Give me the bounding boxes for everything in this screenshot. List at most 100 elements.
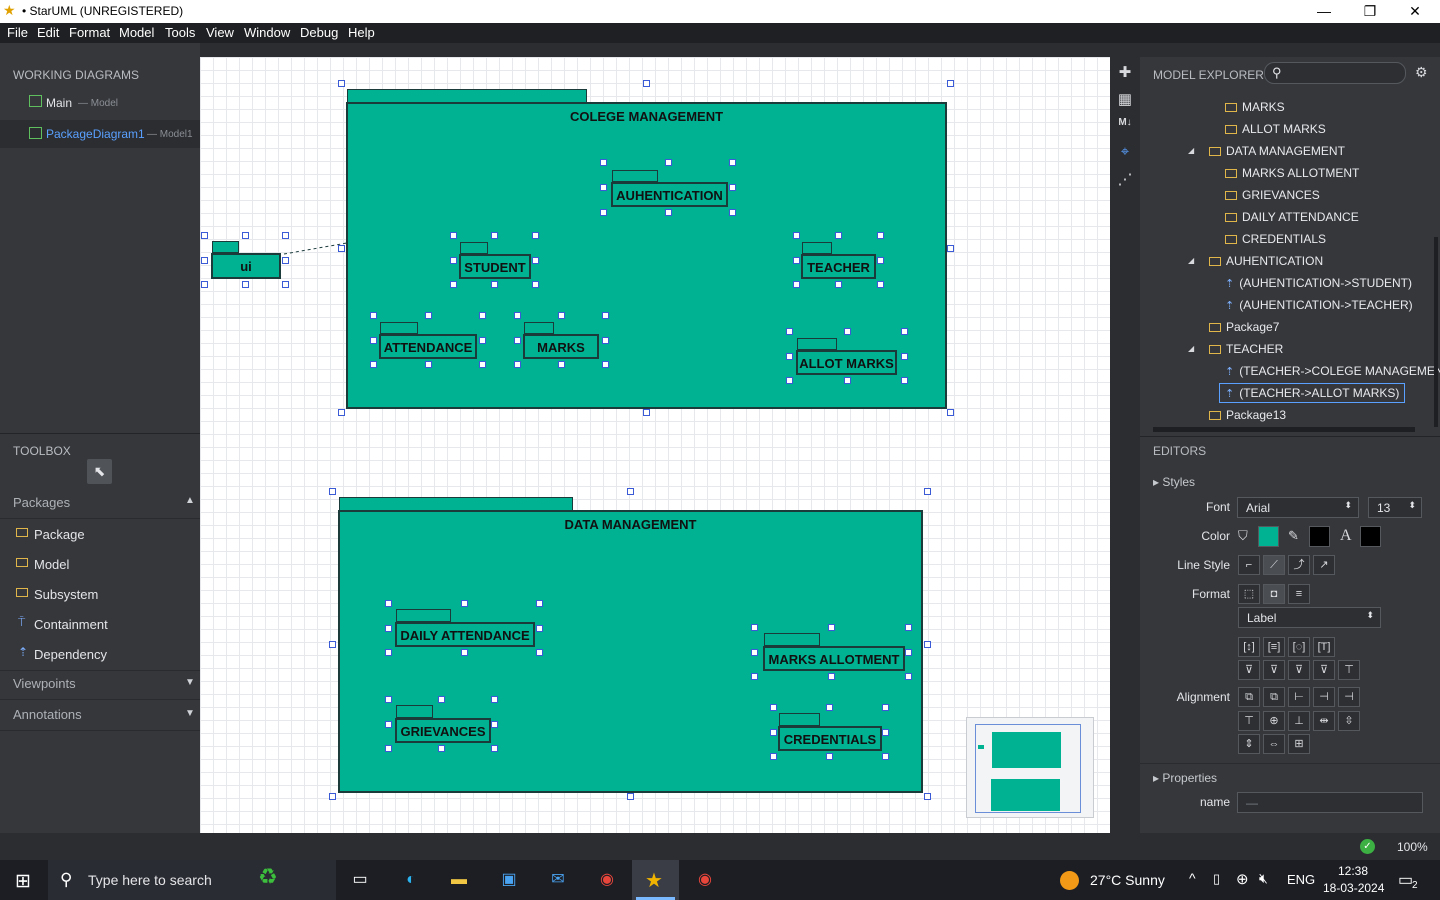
package-daily-attendance[interactable]: DAILY ATTENDANCE (395, 622, 535, 647)
selection-handle[interactable] (438, 745, 445, 752)
selection-handle[interactable] (843, 328, 851, 335)
selection-handle[interactable] (947, 409, 954, 416)
weather-text[interactable]: 27°C Sunny (1090, 872, 1165, 888)
selection-handle[interactable] (905, 624, 912, 631)
device-icon[interactable]: ▯ (1213, 871, 1220, 887)
toolbox-item-dependency[interactable]: ⇡ Dependency (0, 640, 200, 670)
selection-handle[interactable] (947, 80, 954, 87)
selection-handle[interactable] (901, 328, 908, 335)
menu-window[interactable]: Window (244, 25, 290, 40)
working-diagram-packagediagram1[interactable]: PackageDiagram1 — Model1 (0, 120, 200, 148)
line-color-swatch[interactable] (1309, 526, 1330, 547)
chrome-icon[interactable]: ◉ (594, 868, 620, 892)
tree-item-selected[interactable]: ⇡ (TEACHER->ALLOT MARKS) (1219, 383, 1406, 403)
tree-item[interactable]: CREDENTIALS (1225, 232, 1326, 246)
selection-handle[interactable] (751, 624, 758, 631)
selection-handle[interactable] (491, 232, 498, 239)
space-vertical-icon[interactable]: ⇳ (1338, 711, 1360, 731)
horizontal-scrollbar[interactable] (1153, 427, 1415, 432)
package-auhentication[interactable]: AUHENTICATION (611, 182, 728, 207)
label-icon[interactable]: [≡] (1263, 637, 1285, 657)
same-size-icon[interactable]: ⊞ (1288, 734, 1310, 754)
selection-handle[interactable] (385, 720, 392, 728)
align-middle-icon[interactable]: ⊕ (1263, 711, 1285, 731)
clock-time[interactable]: 12:38 (1338, 864, 1368, 878)
align-center-icon[interactable]: ⊣ (1313, 687, 1335, 707)
selection-handle[interactable] (536, 649, 543, 656)
line-style-rectilinear-icon[interactable]: ⌐ (1238, 555, 1260, 575)
tree-item[interactable]: TEACHER (1209, 342, 1283, 356)
align-right-icon[interactable]: ⊣ (1338, 687, 1360, 707)
package-marks[interactable]: MARKS (523, 334, 599, 359)
styles-section[interactable]: ▸ Styles (1153, 475, 1195, 489)
tree-item[interactable]: ⇡ (TEACHER->COLEGE MANAGEMENT) (1225, 364, 1440, 378)
selection-handle[interactable] (626, 793, 634, 800)
align-left-icon[interactable]: ⊢ (1288, 687, 1310, 707)
selection-handle[interactable] (491, 720, 498, 728)
package-ui[interactable]: ui (211, 253, 281, 279)
selection-handle[interactable] (438, 696, 445, 703)
suppress-attributes-icon[interactable]: ⊽ (1238, 660, 1260, 680)
selection-handle[interactable] (905, 673, 912, 680)
tree-item[interactable]: ⇡ (AUHENTICATION->STUDENT) (1225, 276, 1412, 290)
fill-color-swatch[interactable] (1258, 526, 1279, 547)
selection-handle[interactable] (600, 184, 607, 191)
expand-down-icon[interactable]: ▼ (185, 708, 195, 719)
properties-section[interactable]: ▸ Properties (1153, 771, 1217, 785)
selection-handle[interactable] (751, 648, 758, 656)
selection-handle[interactable] (460, 649, 468, 656)
selection-handle[interactable] (793, 281, 800, 288)
language-indicator[interactable]: ENG (1287, 872, 1315, 887)
layout-icon[interactable]: ▦ (1116, 90, 1134, 108)
collapse-icon[interactable]: ◢ (1188, 344, 1194, 353)
selection-handle[interactable] (828, 673, 835, 680)
decoration-icon[interactable]: [◌] (1288, 637, 1310, 657)
package-allot-marks[interactable]: ALLOT MARKS (796, 350, 897, 375)
selection-handle[interactable] (924, 793, 931, 800)
selection-handle[interactable] (370, 312, 377, 319)
selection-handle[interactable] (385, 600, 392, 607)
selection-handle[interactable] (924, 488, 931, 495)
name-input[interactable]: — (1237, 792, 1423, 813)
selection-handle[interactable] (828, 624, 835, 631)
toolbox-annotations-header[interactable]: Annotations (13, 707, 82, 722)
tree-item[interactable]: DAILY ATTENDANCE (1225, 210, 1359, 224)
selection-handle[interactable] (602, 312, 609, 319)
suppress-operations-icon[interactable]: ⊽ (1263, 660, 1285, 680)
selection-handle[interactable] (460, 600, 468, 607)
tree-item[interactable]: DATA MANAGEMENT (1209, 144, 1345, 158)
align-top-icon[interactable]: ⊤ (1238, 711, 1260, 731)
edge-icon[interactable]: ◐ (398, 868, 424, 892)
selection-handle[interactable] (642, 80, 650, 87)
menu-format[interactable]: Format (69, 25, 110, 40)
selection-handle[interactable] (793, 232, 800, 239)
selection-handle[interactable] (947, 244, 954, 252)
selection-handle[interactable] (835, 281, 842, 288)
file-explorer-icon[interactable]: ▬ (446, 868, 472, 892)
menu-help[interactable]: Help (348, 25, 375, 40)
selection-handle[interactable] (786, 352, 793, 360)
tree-item[interactable]: ALLOT MARKS (1225, 122, 1326, 136)
toolbox-item-model[interactable]: Model (0, 550, 200, 580)
selection-handle[interactable] (338, 244, 345, 252)
staruml-task-active[interactable]: ★ (632, 860, 679, 900)
selection-handle[interactable] (877, 232, 884, 239)
share-icon[interactable]: ⋰ (1116, 170, 1134, 188)
close-button[interactable]: ✕ (1392, 0, 1438, 23)
selection-handle[interactable] (385, 624, 392, 632)
taskbar-search[interactable]: ⚲ Type here to search ♻ (48, 860, 336, 900)
selection-handle[interactable] (901, 377, 908, 384)
toolbox-item-package[interactable]: Package (0, 520, 200, 550)
expand-down-icon[interactable]: ▼ (185, 677, 195, 688)
maximize-button[interactable]: ❐ (1347, 0, 1393, 23)
selection-handle[interactable] (532, 256, 539, 264)
selection-handle[interactable] (882, 704, 889, 711)
zoom-level[interactable]: 100% (1397, 840, 1428, 854)
selection-handle[interactable] (786, 377, 793, 384)
selection-handle[interactable] (241, 232, 249, 239)
task-view-icon[interactable]: ▭ (347, 868, 373, 892)
selection-handle[interactable] (329, 488, 336, 495)
selection-handle[interactable] (882, 753, 889, 760)
selection-handle[interactable] (602, 336, 609, 344)
selection-handle[interactable] (450, 281, 457, 288)
